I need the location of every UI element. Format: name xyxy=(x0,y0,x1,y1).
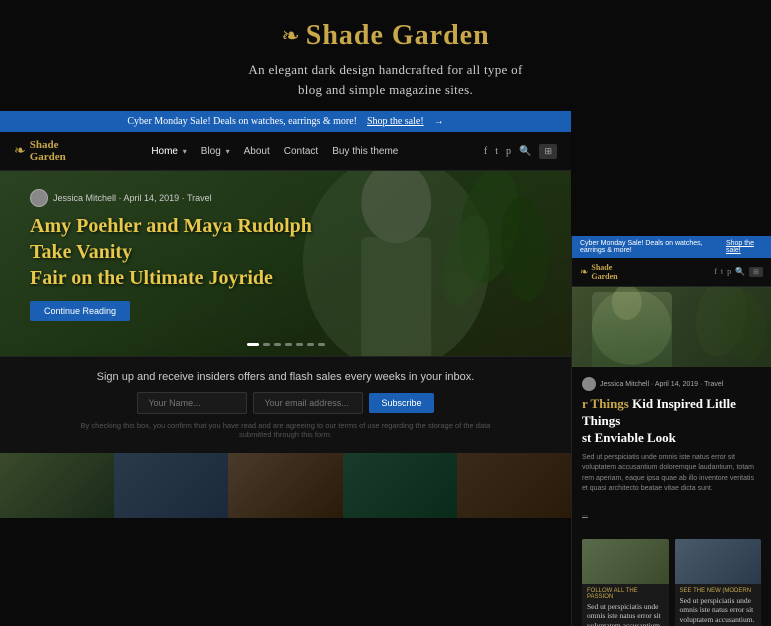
site-title: Shade Garden xyxy=(306,20,490,52)
rp-card-title-1: Sed ut perspiciatis unde omnis iste natu… xyxy=(587,602,664,626)
rp-announcement-text: Cyber Monday Sale! Deals on watches, ear… xyxy=(580,240,726,254)
rp-meta-text: Jessica Mitchell · April 14, 2019 · Trav… xyxy=(600,381,723,388)
thumb-item-5[interactable] xyxy=(457,453,571,518)
carousel-dot-6[interactable] xyxy=(307,343,314,346)
newsletter-subscribe-button[interactable]: Subscribe xyxy=(369,393,433,413)
rp-cart-button[interactable]: ⊞ xyxy=(749,267,763,277)
announcement-text: Cyber Monday Sale! Deals on watches, ear… xyxy=(127,116,357,127)
rp-search-icon[interactable]: 🔍 xyxy=(735,267,745,277)
thumb-item-4[interactable] xyxy=(343,453,457,518)
main-layout: Cyber Monday Sale! Deals on watches, ear… xyxy=(0,111,771,518)
rp-article-title: r Things Kid Inspired Litlle Things st E… xyxy=(582,396,761,447)
hero-title: Amy Poehler and Maya Rudolph Take Vanity… xyxy=(30,213,330,291)
rp-logo-icon: ❧ xyxy=(580,267,588,278)
newsletter-name-input[interactable] xyxy=(137,392,247,414)
cart-button[interactable]: ⊞ xyxy=(539,144,557,159)
nav-link-about[interactable]: About xyxy=(244,146,270,157)
carousel-dot-4[interactable] xyxy=(285,343,292,346)
rp-card-image-1 xyxy=(582,539,669,584)
nav-link-home[interactable]: Home ▾ xyxy=(151,146,186,157)
carousel-dot-5[interactable] xyxy=(296,343,303,346)
rp-card-category-1: Follow all the passion xyxy=(587,588,664,600)
nav-link-contact[interactable]: Contact xyxy=(284,146,318,157)
rp-card-image-2 xyxy=(675,539,762,584)
hero-continue-reading-button[interactable]: Continue Reading xyxy=(30,301,130,321)
announcement-bar: Cyber Monday Sale! Deals on watches, ear… xyxy=(0,111,571,132)
nav-logo-icon: ❧ xyxy=(14,143,26,160)
rp-article-meta: Jessica Mitchell · April 14, 2019 · Trav… xyxy=(582,377,761,391)
nav-links: Home ▾ Blog ▾ About Contact Buy this the… xyxy=(151,146,398,157)
rp-nav-logo[interactable]: ❧ ShadeGarden xyxy=(580,263,618,281)
nav-link-buy-theme[interactable]: Buy this theme xyxy=(332,146,398,157)
rp-author-avatar xyxy=(582,377,596,391)
nav-link-blog[interactable]: Blog ▾ xyxy=(201,146,230,157)
rp-card-title-2: Sed ut perspiciatis unde omnis iste natu… xyxy=(680,596,757,625)
page-header: ❧ Shade Garden An elegant dark design ha… xyxy=(0,0,771,111)
nav-logo-text: ShadeGarden xyxy=(30,139,66,163)
newsletter-email-input[interactable] xyxy=(253,392,363,414)
rp-facebook-icon[interactable]: f xyxy=(714,267,717,277)
thumbnail-strip xyxy=(0,453,571,518)
hero-carousel-dots xyxy=(247,343,325,346)
rp-hero-image xyxy=(572,287,771,367)
rp-card-body-1: Follow all the passion Sed ut perspiciat… xyxy=(582,584,669,626)
search-icon[interactable]: 🔍 xyxy=(519,146,531,157)
carousel-dot-2[interactable] xyxy=(263,343,270,346)
facebook-icon[interactable]: f xyxy=(484,146,487,157)
newsletter-title: Sign up and receive insiders offers and … xyxy=(80,371,491,383)
announcement-arrow: → xyxy=(434,116,444,127)
twitter-icon[interactable]: t xyxy=(495,146,498,157)
rp-card-body-2: See the new (Modern Sed ut perspiciatis … xyxy=(675,584,762,626)
rp-read-more-link[interactable]: ... xyxy=(582,511,588,518)
carousel-dot-3[interactable] xyxy=(274,343,281,346)
rp-announcement-bar: Cyber Monday Sale! Deals on watches, ear… xyxy=(572,236,771,258)
rp-pinterest-icon[interactable]: p xyxy=(727,267,731,277)
rp-card-2: See the new (Modern Sed ut perspiciatis … xyxy=(675,539,762,626)
thumb-item-2[interactable] xyxy=(114,453,228,518)
announcement-link[interactable]: Shop the sale! xyxy=(367,116,424,127)
rp-hero-overlay xyxy=(572,287,771,367)
main-content: Cyber Monday Sale! Deals on watches, ear… xyxy=(0,111,571,518)
nav-logo[interactable]: ❧ ShadeGarden xyxy=(14,139,66,163)
right-panel: Cyber Monday Sale! Deals on watches, ear… xyxy=(571,236,771,626)
hero-author-text: Jessica Mitchell · April 14, 2019 · Trav… xyxy=(53,193,212,203)
author-avatar xyxy=(30,189,48,207)
logo-leaf-icon: ❧ xyxy=(281,23,299,49)
logo-area: ❧ Shade Garden xyxy=(0,20,771,52)
rp-nav-bar: ❧ ShadeGarden f t p 🔍 ⊞ xyxy=(572,258,771,287)
newsletter-form: Subscribe xyxy=(80,392,491,414)
rp-article-excerpt: Sed ut perspiciatis unde omnis iste natu… xyxy=(582,453,761,495)
nav-bar: ❧ ShadeGarden Home ▾ Blog ▾ About Contac… xyxy=(0,132,571,171)
pinterest-icon[interactable]: p xyxy=(506,146,511,157)
rp-logo-text: ShadeGarden xyxy=(591,263,617,281)
thumb-item-1[interactable] xyxy=(0,453,114,518)
carousel-dot-1[interactable] xyxy=(247,343,259,346)
rp-cards: Follow all the passion Sed ut perspiciat… xyxy=(572,531,771,626)
rp-twitter-icon[interactable]: t xyxy=(721,267,723,277)
newsletter-section: Sign up and receive insiders offers and … xyxy=(0,356,571,453)
rp-card-category-2: See the new (Modern xyxy=(680,588,757,594)
hero-content: Jessica Mitchell · April 14, 2019 · Trav… xyxy=(30,189,330,321)
rp-announcement-link[interactable]: Shop the sale! xyxy=(726,240,763,254)
newsletter-disclaimer: By checking this box, you confirm that y… xyxy=(80,421,491,439)
hero-section: Jessica Mitchell · April 14, 2019 · Trav… xyxy=(0,171,571,356)
carousel-dot-7[interactable] xyxy=(318,343,325,346)
nav-social: f t p 🔍 ⊞ xyxy=(484,144,557,159)
rp-nav-social: f t p 🔍 ⊞ xyxy=(714,267,763,277)
hero-author-info: Jessica Mitchell · April 14, 2019 · Trav… xyxy=(30,189,330,207)
rp-article: Jessica Mitchell · April 14, 2019 · Trav… xyxy=(572,367,771,531)
site-tagline: An elegant dark design handcrafted for a… xyxy=(0,60,771,99)
rp-card-1: Follow all the passion Sed ut perspiciat… xyxy=(582,539,669,626)
thumb-item-3[interactable] xyxy=(228,453,342,518)
